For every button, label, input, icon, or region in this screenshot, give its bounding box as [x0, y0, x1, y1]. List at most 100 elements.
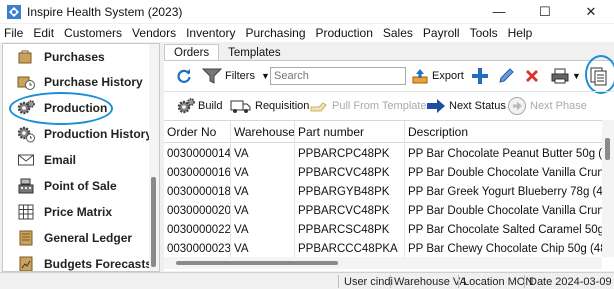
- table-row[interactable]: 0030000022 VA PPBARCSC48PK PP Bar Chocol…: [164, 220, 602, 239]
- column-header-warehouse[interactable]: Warehouse: [231, 121, 295, 142]
- build-button[interactable]: Build: [177, 97, 222, 115]
- cell-description: PP Bar Double Chocolate Vanilla Crunch: [408, 166, 602, 179]
- sidebar-item-label: Budgets Forecasts: [44, 256, 153, 271]
- cell-description: PP Bar Greek Yogurt Blueberry 78g (48 p: [408, 185, 602, 198]
- tab-templates[interactable]: Templates: [219, 44, 289, 61]
- search-input[interactable]: [270, 67, 406, 85]
- pull-from-template-button[interactable]: Pull From Template: [309, 97, 427, 115]
- cell-description: PP Bar Double Chocolate Vanilla Crunch: [408, 204, 602, 217]
- sidebar-item-point-of-sale[interactable]: Point of Sale: [3, 173, 149, 198]
- sidebar-item-purchase-history[interactable]: Purchase History: [3, 69, 149, 94]
- cell-warehouse: VA: [231, 144, 295, 163]
- menu-customers[interactable]: Customers: [60, 26, 128, 40]
- cell-order-no: 0030000022: [164, 220, 231, 239]
- next-status-label: Next Status: [449, 100, 506, 112]
- edit-button[interactable]: [497, 67, 515, 85]
- divider: [524, 275, 525, 288]
- next-status-button[interactable]: Next Status: [426, 97, 506, 115]
- chart-icon: [17, 255, 35, 271]
- table-row[interactable]: 0030000020 VA PPBARCVC48PK PP Bar Double…: [164, 201, 602, 220]
- menu-bar: File Edit Customers Vendors Inventory Pu…: [0, 24, 614, 42]
- menu-edit[interactable]: Edit: [29, 26, 60, 40]
- cell-order-no: 0030000014: [164, 144, 231, 163]
- grid-vertical-scrollbar[interactable]: [602, 120, 614, 257]
- column-header-part-number[interactable]: Part number: [295, 121, 405, 142]
- menu-file[interactable]: File: [0, 26, 29, 40]
- clock-icon: [17, 73, 35, 91]
- gears-clock-icon: [17, 125, 35, 143]
- window-title: Inspire Health System (2023): [27, 4, 183, 19]
- filters-label: Filters: [225, 70, 255, 82]
- cell-warehouse: VA: [231, 182, 295, 201]
- sidebar-item-label: Purchase History: [44, 74, 143, 89]
- scrollbar-thumb[interactable]: [151, 177, 156, 267]
- menu-sales[interactable]: Sales: [379, 26, 419, 40]
- delete-button[interactable]: [523, 67, 541, 85]
- minimize-button[interactable]: —: [476, 0, 522, 23]
- menu-help[interactable]: Help: [504, 26, 539, 40]
- refresh-button[interactable]: [176, 68, 192, 84]
- pencil-icon: [499, 68, 514, 83]
- sidebar-item-label: Email: [44, 152, 77, 167]
- cell-order-no: 0030000023: [164, 239, 231, 257]
- filters-button[interactable]: Filters ▼: [202, 67, 270, 85]
- cell-order-no: 0030000016: [164, 163, 231, 182]
- sidebar-item-price-matrix[interactable]: Price Matrix: [3, 199, 149, 224]
- toolbar: Filters ▼ Export ▼: [164, 55, 614, 94]
- scrollbar-thumb[interactable]: [176, 261, 338, 265]
- tab-orders[interactable]: Orders: [164, 44, 220, 61]
- cell-order-no: 0030000018: [164, 182, 231, 201]
- print-button[interactable]: ▼: [550, 67, 581, 85]
- menu-payroll[interactable]: Payroll: [419, 26, 466, 40]
- status-date: Date 2024-03-09: [529, 275, 612, 288]
- sidebar-item-production-history[interactable]: Production History: [3, 121, 152, 146]
- pull-from-template-label: Pull From Template: [332, 100, 427, 112]
- ledger-icon: [17, 229, 35, 247]
- cell-part-number: PPBARGYB48PK: [295, 182, 405, 201]
- plus-icon: [472, 68, 488, 84]
- add-button[interactable]: [471, 67, 489, 85]
- highlight-circle: [9, 92, 113, 125]
- gears-icon: [177, 98, 195, 114]
- sidebar-item-budgets-forecasts[interactable]: Budgets Forecasts: [3, 251, 153, 271]
- grid-horizontal-scrollbar[interactable]: [164, 257, 602, 269]
- dropdown-arrow-icon[interactable]: ▼: [261, 71, 270, 81]
- menu-production[interactable]: Production: [312, 26, 379, 40]
- sidebar-item-purchases[interactable]: Purchases: [3, 44, 149, 69]
- tab-strip: Orders Templates: [164, 44, 290, 61]
- sidebar-item-general-ledger[interactable]: General Ledger: [3, 225, 149, 250]
- title-bar: Inspire Health System (2023) — ☐ ✕: [0, 0, 614, 23]
- refresh-icon: [177, 69, 191, 83]
- menu-vendors[interactable]: Vendors: [128, 26, 182, 40]
- cell-warehouse: VA: [231, 220, 295, 239]
- print-dropdown-icon[interactable]: ▼: [572, 71, 581, 81]
- close-button[interactable]: ✕: [568, 0, 614, 23]
- sidebar-scrollbar[interactable]: [149, 44, 159, 271]
- scrollbar-thumb[interactable]: [605, 138, 610, 160]
- cell-part-number: PPBARCSC48PK: [295, 220, 405, 239]
- export-icon: [412, 69, 428, 84]
- circle-arrow-icon: [508, 97, 526, 115]
- export-button[interactable]: Export: [411, 67, 464, 85]
- app-icon: [7, 4, 21, 19]
- table-row[interactable]: 0030000014 VA PPBARCPC48PK PP Bar Chocol…: [164, 144, 602, 163]
- menu-purchasing[interactable]: Purchasing: [241, 26, 311, 40]
- maximize-button[interactable]: ☐: [522, 0, 568, 23]
- menu-inventory[interactable]: Inventory: [182, 26, 241, 40]
- orders-grid: Order No Warehouse Part number Descripti…: [164, 120, 602, 257]
- cell-part-number: PPBARCPC48PK: [295, 144, 405, 163]
- next-phase-button[interactable]: Next Phase: [507, 96, 587, 116]
- highlight-circle: [585, 55, 614, 94]
- sidebar-item-email[interactable]: Email: [3, 147, 149, 172]
- requisition-button[interactable]: Requisition: [230, 97, 309, 115]
- funnel-icon: [202, 68, 222, 84]
- divider: [338, 275, 339, 288]
- table-row[interactable]: 0030000016 VA PPBARCVC48PK PP Bar Double…: [164, 163, 602, 182]
- cart-icon: [17, 48, 35, 66]
- table-row[interactable]: 0030000023 VA PPBARCCC48PKA PP Bar Chewy…: [164, 239, 602, 257]
- table-row[interactable]: 0030000018 VA PPBARGYB48PK PP Bar Greek …: [164, 182, 602, 201]
- cell-description: PP Bar Chocolate Peanut Butter 50g (48: [408, 147, 602, 160]
- menu-tools[interactable]: Tools: [466, 26, 504, 40]
- column-header-description[interactable]: Description: [405, 121, 602, 142]
- column-header-order-no[interactable]: Order No: [164, 121, 231, 142]
